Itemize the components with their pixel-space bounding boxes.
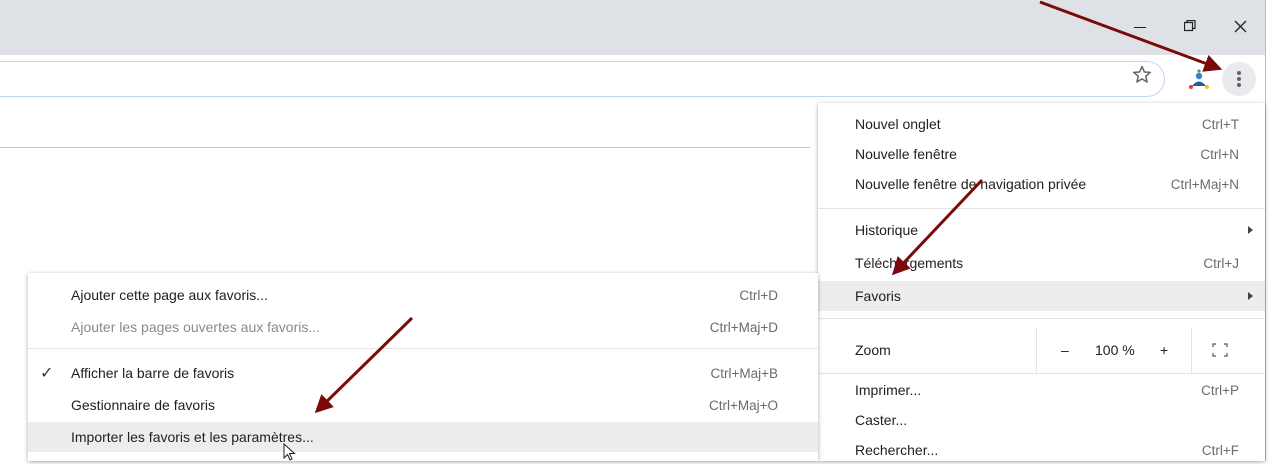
annotation-arrow-import — [314, 316, 414, 414]
annotation-arrow-favoris — [891, 178, 984, 276]
annotation-arrows — [314, 0, 1223, 414]
annotation-arrow-menu — [1039, 0, 1223, 72]
